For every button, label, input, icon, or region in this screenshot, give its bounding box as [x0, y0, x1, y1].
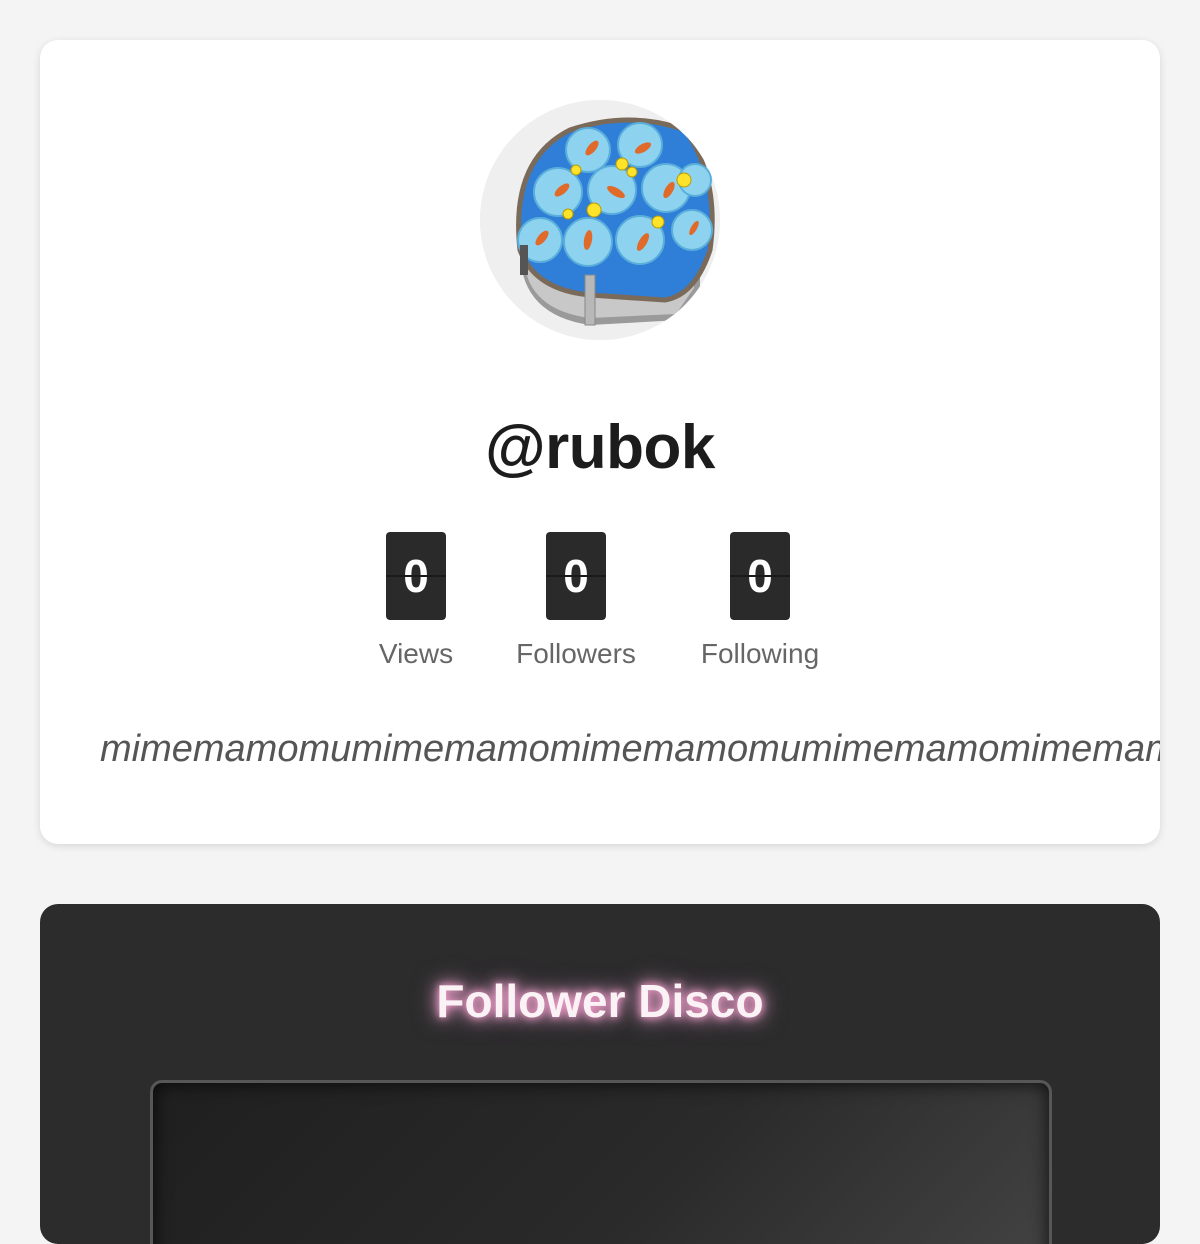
stat-views[interactable]: 0 Views	[326, 532, 506, 670]
following-count: 0	[730, 532, 790, 620]
username: @rubok	[485, 413, 715, 482]
following-label: Following	[700, 638, 820, 669]
profile-card: @rubok 0 Views 0 Followers 0 Following m…	[40, 40, 1160, 844]
stat-followers[interactable]: 0 Followers	[486, 532, 666, 670]
puzzle-photo-icon	[480, 100, 720, 340]
views-label: Views	[378, 638, 454, 669]
disco-floor	[150, 1080, 1052, 1244]
bio-text: mimemamomumimemamomimemamomumimemamomime…	[100, 728, 1160, 770]
views-count: 0	[386, 532, 446, 620]
avatar[interactable]	[480, 100, 720, 340]
followers-count: 0	[546, 532, 606, 620]
disco-title: Follower Disco	[436, 975, 764, 1027]
follower-disco-card: Follower Disco	[40, 904, 1160, 1244]
followers-label: Followers	[516, 638, 636, 669]
stat-following[interactable]: 0 Following	[670, 532, 850, 670]
